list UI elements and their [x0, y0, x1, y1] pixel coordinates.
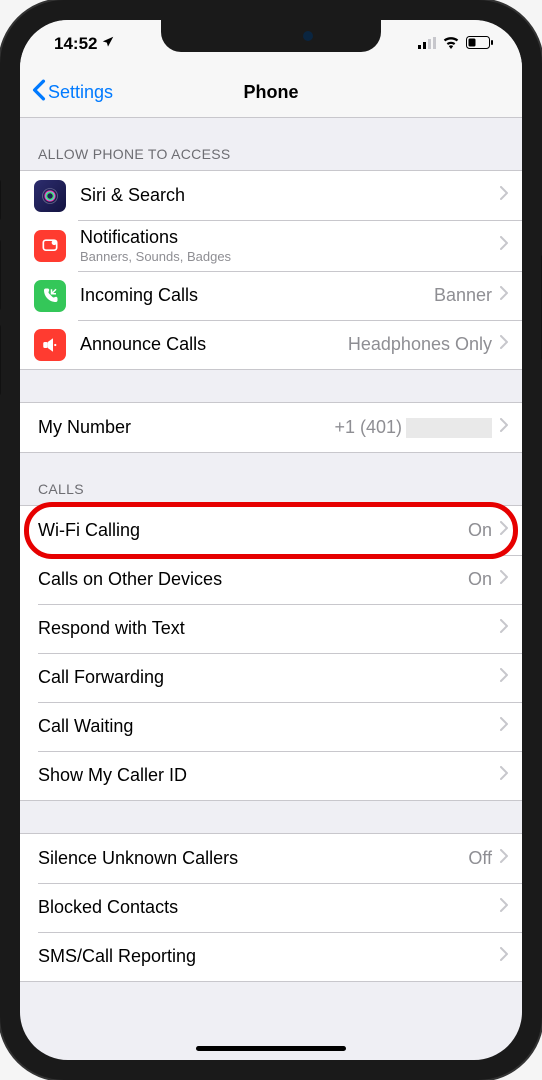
row-value: Banner — [434, 285, 492, 306]
location-arrow-icon — [101, 34, 115, 54]
list-access: Siri & Search Notifications Banners, Sou… — [20, 170, 522, 370]
page-title: Phone — [243, 82, 298, 103]
list-mynumber: My Number +1 (401) — [20, 402, 522, 453]
status-time: 14:52 — [54, 34, 97, 54]
chevron-right-icon — [500, 668, 508, 687]
chevron-right-icon — [500, 717, 508, 736]
row-notifications[interactable]: Notifications Banners, Sounds, Badges — [20, 220, 522, 271]
chevron-right-icon — [500, 521, 508, 540]
back-label: Settings — [48, 82, 113, 103]
row-siri-search[interactable]: Siri & Search — [20, 171, 522, 220]
iphone-frame: 14:52 Se — [0, 0, 542, 1080]
chevron-right-icon — [500, 947, 508, 966]
row-blocked-contacts[interactable]: Blocked Contacts — [20, 883, 522, 932]
row-respond-text[interactable]: Respond with Text — [20, 604, 522, 653]
row-label: Respond with Text — [38, 618, 500, 639]
row-call-forwarding[interactable]: Call Forwarding — [20, 653, 522, 702]
row-label: Incoming Calls — [80, 285, 434, 306]
row-value: +1 (401) — [334, 417, 492, 438]
chevron-right-icon — [500, 418, 508, 437]
section-header-calls: CALLS — [20, 453, 522, 505]
chevron-left-icon — [32, 79, 46, 106]
wifi-icon — [442, 34, 460, 54]
row-value: On — [468, 569, 492, 590]
row-value: On — [468, 520, 492, 541]
row-incoming-calls[interactable]: Incoming Calls Banner — [20, 271, 522, 320]
chevron-right-icon — [500, 286, 508, 305]
row-calls-other-devices[interactable]: Calls on Other Devices On — [20, 555, 522, 604]
row-label: Siri & Search — [80, 185, 500, 206]
home-indicator[interactable] — [196, 1046, 346, 1051]
content-scroll[interactable]: ALLOW PHONE TO ACCESS Siri & Search Noti… — [20, 118, 522, 1060]
row-call-waiting[interactable]: Call Waiting — [20, 702, 522, 751]
row-label: Notifications — [80, 227, 500, 248]
chevron-right-icon — [500, 849, 508, 868]
siri-icon — [34, 180, 66, 212]
back-button[interactable]: Settings — [32, 79, 113, 106]
row-label: Calls on Other Devices — [38, 569, 468, 590]
row-announce-calls[interactable]: Announce Calls Headphones Only — [20, 320, 522, 369]
incoming-calls-icon — [34, 280, 66, 312]
row-label: Silence Unknown Callers — [38, 848, 468, 869]
nav-bar: Settings Phone — [20, 68, 522, 118]
row-my-number[interactable]: My Number +1 (401) — [20, 403, 522, 452]
chevron-right-icon — [500, 898, 508, 917]
row-label: Blocked Contacts — [38, 897, 500, 918]
row-wifi-calling[interactable]: Wi-Fi Calling On — [20, 506, 522, 555]
chevron-right-icon — [500, 619, 508, 638]
row-sublabel: Banners, Sounds, Badges — [80, 249, 500, 264]
row-caller-id[interactable]: Show My Caller ID — [20, 751, 522, 800]
chevron-right-icon — [500, 186, 508, 205]
row-silence-unknown[interactable]: Silence Unknown Callers Off — [20, 834, 522, 883]
battery-icon — [466, 34, 494, 54]
redacted-number — [406, 418, 492, 438]
row-label: Call Waiting — [38, 716, 500, 737]
row-value: Headphones Only — [348, 334, 492, 355]
row-label: Call Forwarding — [38, 667, 500, 688]
chevron-right-icon — [500, 766, 508, 785]
section-header-access: ALLOW PHONE TO ACCESS — [20, 118, 522, 170]
row-label: Show My Caller ID — [38, 765, 500, 786]
row-value: Off — [468, 848, 492, 869]
notch — [161, 20, 381, 52]
row-label: Announce Calls — [80, 334, 348, 355]
screen: 14:52 Se — [20, 20, 522, 1060]
row-label: My Number — [38, 417, 334, 438]
row-sms-reporting[interactable]: SMS/Call Reporting — [20, 932, 522, 981]
chevron-right-icon — [500, 236, 508, 255]
row-label: Wi-Fi Calling — [38, 520, 468, 541]
list-calls: Wi-Fi Calling On Calls on Other Devices … — [20, 505, 522, 801]
chevron-right-icon — [500, 570, 508, 589]
announce-calls-icon — [34, 329, 66, 361]
notifications-icon — [34, 230, 66, 262]
cellular-signal-icon — [418, 34, 436, 54]
list-bottom: Silence Unknown Callers Off Blocked Cont… — [20, 833, 522, 982]
row-label: SMS/Call Reporting — [38, 946, 500, 967]
chevron-right-icon — [500, 335, 508, 354]
